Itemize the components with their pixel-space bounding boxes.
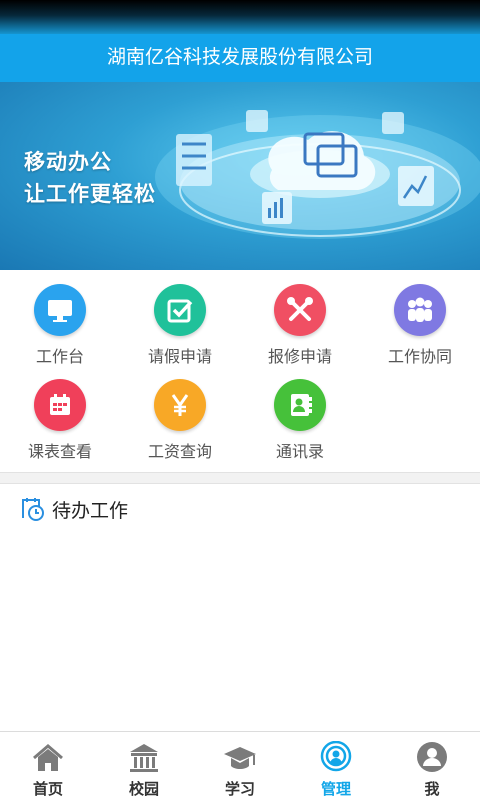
section-divider xyxy=(0,472,480,484)
tab-label: 校园 xyxy=(128,780,159,798)
tab-study[interactable]: 学习 xyxy=(192,732,288,801)
menu-item-leave-request[interactable]: 请假申请 xyxy=(120,270,240,366)
tab-label: 学习 xyxy=(224,780,255,798)
menu-item-label: 工资查询 xyxy=(147,442,212,461)
banner-illustration xyxy=(155,110,480,239)
menu-item-label: 课表查看 xyxy=(27,442,92,461)
menu-item-label: 工作台 xyxy=(35,347,84,366)
management-icon xyxy=(320,741,352,772)
app-header: 湖南亿谷科技发展股份有限公司 xyxy=(0,34,480,82)
contacts-icon xyxy=(274,379,326,431)
menu-item-label: 请假申请 xyxy=(147,347,212,366)
tab-home[interactable]: 首页 xyxy=(0,732,96,801)
tab-campus[interactable]: 校园 xyxy=(96,732,192,801)
function-grid: 工作台 请假申请 报修申请 工作协同 课表查看 工资查询 通讯录 xyxy=(0,270,480,472)
checkbox-icon xyxy=(154,284,206,336)
menu-item-collaboration[interactable]: 工作协同 xyxy=(360,270,480,366)
promo-banner[interactable]: 移动办公 让工作更轻松 xyxy=(0,82,480,270)
tab-me[interactable]: 我 xyxy=(384,732,480,801)
clock-calendar-icon xyxy=(22,498,44,521)
home-icon xyxy=(33,744,63,771)
menu-item-label: 通讯录 xyxy=(275,442,324,461)
tab-label: 我 xyxy=(424,780,440,798)
user-icon xyxy=(417,742,447,772)
monitor-icon xyxy=(34,284,86,336)
yen-icon xyxy=(154,379,206,431)
todo-title: 待办工作 xyxy=(52,500,129,522)
menu-item-salary-query[interactable]: 工资查询 xyxy=(120,365,240,461)
tools-icon xyxy=(274,284,326,336)
todo-section: 待办工作 xyxy=(0,484,480,731)
header-title: 湖南亿谷科技发展股份有限公司 xyxy=(106,46,373,68)
campus-icon xyxy=(130,744,158,772)
tab-management[interactable]: 管理 xyxy=(288,732,384,801)
bottom-tab-bar: 首页 校园 学习 管理 我 xyxy=(0,731,480,800)
tab-label: 首页 xyxy=(32,780,63,798)
menu-item-label: 报修申请 xyxy=(267,347,332,366)
status-bar xyxy=(0,0,480,34)
graduation-cap-icon xyxy=(224,747,256,769)
calendar-icon xyxy=(34,379,86,431)
team-icon xyxy=(394,284,446,336)
banner-slogan-line-2: 让工作更轻松 xyxy=(24,182,156,206)
menu-item-label: 工作协同 xyxy=(387,347,452,366)
banner-slogan-line-1: 移动办公 xyxy=(24,150,112,174)
menu-item-timetable[interactable]: 课表查看 xyxy=(0,365,120,461)
tab-label: 管理 xyxy=(320,780,351,798)
menu-item-repair-request[interactable]: 报修申请 xyxy=(240,270,360,366)
menu-item-contacts[interactable]: 通讯录 xyxy=(240,365,360,461)
menu-item-workbench[interactable]: 工作台 xyxy=(0,270,120,366)
